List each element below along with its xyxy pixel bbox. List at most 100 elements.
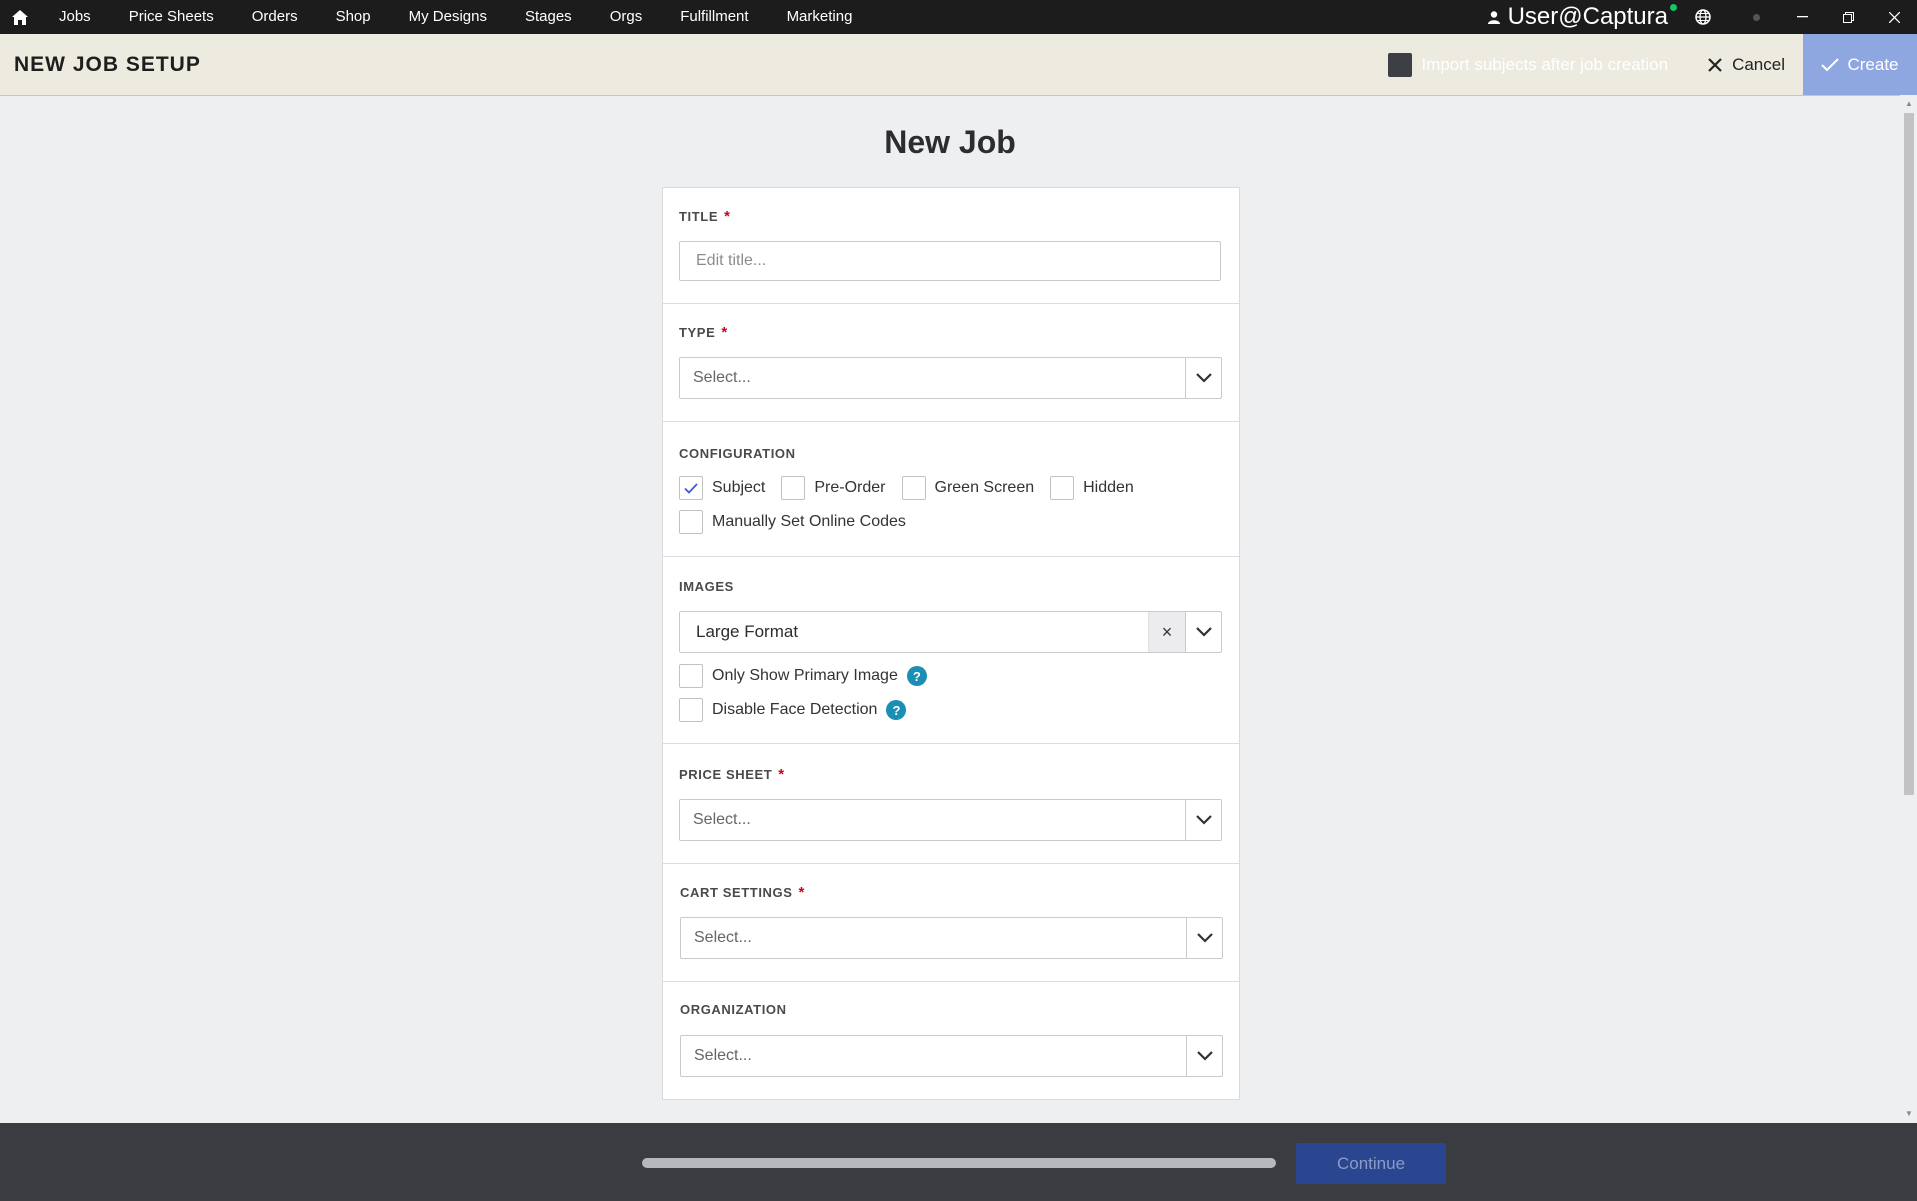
manual-codes-row: Manually Set Online Codes <box>679 510 922 534</box>
pre-order-label: Pre-Order <box>814 479 886 496</box>
images-label: IMAGES <box>679 579 734 594</box>
globe-icon[interactable] <box>1695 9 1711 25</box>
chevron-down-icon[interactable] <box>1186 918 1222 958</box>
manually-set-online-codes-label: Manually Set Online Codes <box>712 513 906 530</box>
scrollbar-thumb[interactable] <box>1904 113 1914 795</box>
home-icon[interactable] <box>0 0 40 34</box>
subject-label: Subject <box>712 479 766 496</box>
title-input[interactable] <box>680 242 1220 280</box>
form-heading: New Job <box>884 124 1016 160</box>
nav-item-stages[interactable]: Stages <box>506 0 591 34</box>
header-actions: Import subjects after job creation Cance… <box>1388 34 1917 95</box>
price-sheet-section: PRICE SHEET * Select... <box>663 744 1239 864</box>
chevron-down-icon[interactable] <box>1185 800 1221 840</box>
nav-item-shop[interactable]: Shop <box>317 0 390 34</box>
continue-label: Continue <box>1336 1153 1406 1173</box>
organization-select[interactable]: Select... <box>680 1035 1223 1077</box>
required-marker: * <box>721 324 728 341</box>
checkmark-icon <box>684 482 698 494</box>
restore-icon[interactable] <box>1825 0 1871 34</box>
progress-bar-fill <box>642 1158 1276 1168</box>
continue-button[interactable]: Continue <box>1296 1143 1446 1184</box>
only-show-primary-image-checkbox[interactable] <box>679 664 703 688</box>
configuration-options-row: Subject Pre-Order Green Screen Hidden <box>679 476 1150 500</box>
minimize-icon[interactable] <box>1779 0 1825 34</box>
images-select-value: Large Format <box>696 622 799 641</box>
type-select[interactable]: Select... <box>679 357 1222 399</box>
check-icon <box>1821 57 1840 71</box>
new-job-form: TITLE* TYPE* Select... CONFIGURATION Sub… <box>662 187 1240 1100</box>
nav-item-my-designs[interactable]: My Designs <box>390 0 506 34</box>
page-header: NEW JOB SETUP Import subjects after job … <box>0 34 1917 96</box>
title-section: TITLE * <box>663 188 1239 304</box>
nav-item-fulfillment[interactable]: Fulfillment <box>661 0 767 34</box>
pre-order-checkbox[interactable] <box>781 476 806 500</box>
only-show-primary-row: Only Show Primary Image ? <box>679 664 927 688</box>
title-label: TITLE * <box>679 208 731 225</box>
page-title: NEW JOB SETUP <box>14 52 201 76</box>
required-marker: * <box>778 766 785 783</box>
images-section: IMAGES Large Format × Only Show Primary … <box>663 557 1239 744</box>
scroll-up-arrow-icon[interactable]: ▲ <box>1904 99 1914 109</box>
nav-items: Jobs Price Sheets Orders Shop My Designs… <box>40 0 871 34</box>
chevron-down-icon[interactable] <box>1186 1036 1222 1076</box>
price-sheet-label: PRICE SHEET * <box>679 766 785 783</box>
nav-item-marketing[interactable]: Marketing <box>768 0 872 34</box>
disable-face-detection-row: Disable Face Detection ? <box>679 698 907 722</box>
footer-bar: Continue <box>0 1123 1917 1201</box>
nav-item-orders[interactable]: Orders <box>233 0 317 34</box>
vertical-scrollbar[interactable]: ▲ ▼ <box>1900 95 1917 1123</box>
required-marker: * <box>798 884 805 901</box>
help-icon[interactable]: ? <box>906 666 927 686</box>
user-name: User@Captura <box>1507 3 1668 30</box>
user-icon <box>1487 10 1500 24</box>
chevron-down-icon[interactable] <box>1185 358 1221 398</box>
close-icon <box>1708 57 1722 72</box>
type-select-value: Select... <box>693 369 751 386</box>
type-label: TYPE * <box>679 324 728 341</box>
close-window-icon[interactable] <box>1871 0 1917 34</box>
nav-item-jobs[interactable]: Jobs <box>40 0 110 34</box>
hidden-label: Hidden <box>1083 479 1134 496</box>
cart-settings-select[interactable]: Select... <box>680 917 1223 959</box>
cancel-button[interactable]: Cancel <box>1708 55 1785 75</box>
user-menu[interactable]: User@Captura <box>1487 3 1677 31</box>
clear-selection-icon[interactable]: × <box>1148 612 1185 652</box>
price-sheet-select-value: Select... <box>693 811 751 828</box>
import-subjects-label: Import subjects after job creation <box>1421 54 1669 74</box>
top-nav: Jobs Price Sheets Orders Shop My Designs… <box>0 0 1917 34</box>
manually-set-online-codes-checkbox[interactable] <box>679 510 703 534</box>
title-input-wrapper <box>679 241 1221 281</box>
online-status-dot <box>1670 3 1677 11</box>
cancel-label: Cancel <box>1732 54 1785 74</box>
nav-right: User@Captura <box>1487 0 1917 34</box>
required-marker: * <box>724 208 731 225</box>
progress-bar <box>642 1158 1276 1168</box>
hidden-checkbox[interactable] <box>1050 476 1075 500</box>
images-select[interactable]: Large Format × <box>679 611 1222 653</box>
green-screen-label: Green Screen <box>934 479 1035 496</box>
create-button[interactable]: Create <box>1803 34 1917 95</box>
organization-select-value: Select... <box>694 1047 752 1064</box>
green-screen-checkbox[interactable] <box>901 476 926 500</box>
nav-item-price-sheets[interactable]: Price Sheets <box>110 0 233 34</box>
help-icon[interactable]: ? <box>886 700 907 720</box>
price-sheet-select[interactable]: Select... <box>679 799 1222 841</box>
cart-settings-select-value: Select... <box>694 929 752 946</box>
disable-face-detection-checkbox[interactable] <box>679 698 703 722</box>
configuration-section: CONFIGURATION Subject Pre-Order Green Sc… <box>663 422 1239 557</box>
only-show-primary-image-label: Only Show Primary Image <box>712 667 898 684</box>
nav-item-orgs[interactable]: Orgs <box>591 0 662 34</box>
status-indicator-icon <box>1733 0 1779 34</box>
cart-settings-label: CART SETTINGS * <box>680 884 805 901</box>
disable-face-detection-label: Disable Face Detection <box>712 701 878 718</box>
chevron-down-icon[interactable] <box>1185 612 1221 652</box>
create-label: Create <box>1847 54 1899 74</box>
type-section: TYPE * Select... <box>663 304 1239 422</box>
organization-label: ORGANIZATION <box>680 1002 787 1017</box>
import-subjects-checkbox[interactable] <box>1388 52 1413 77</box>
configuration-label: CONFIGURATION <box>679 446 796 461</box>
scroll-down-arrow-icon[interactable]: ▼ <box>1904 1109 1914 1119</box>
subject-checkbox[interactable] <box>679 476 703 500</box>
cart-settings-section: CART SETTINGS * Select... <box>663 864 1239 982</box>
